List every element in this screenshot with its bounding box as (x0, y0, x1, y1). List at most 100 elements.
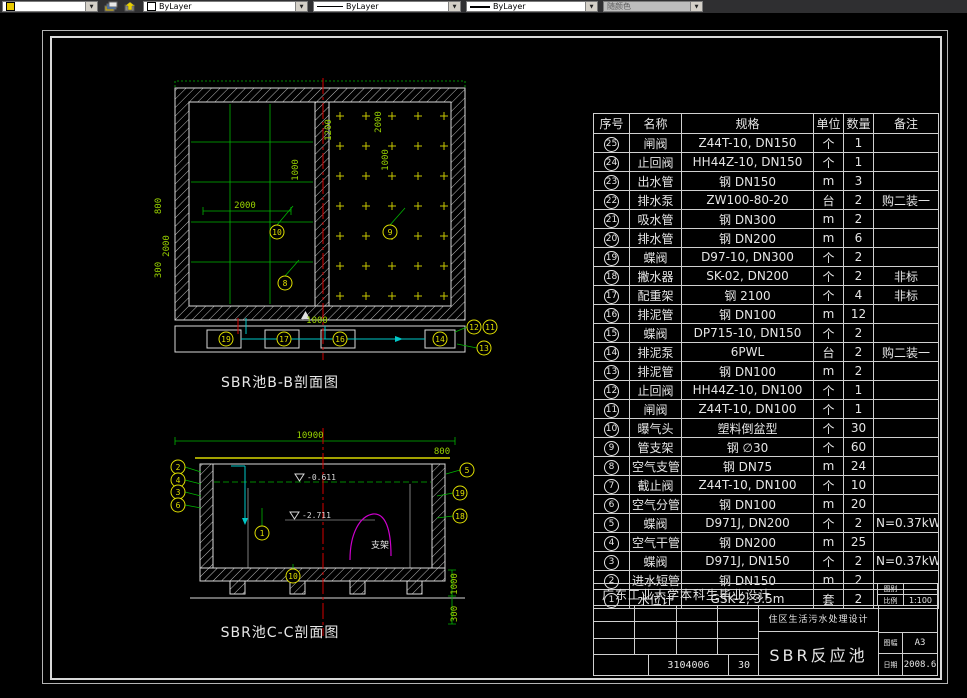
item-spec: Z44T-10, DN150 (681, 133, 814, 153)
item-number: 14 (593, 342, 630, 362)
table-row: 12 止回阀 HH44Z-10, DN100 个 1 (593, 380, 939, 400)
linetype-combo-arrow-icon[interactable]: ▼ (448, 2, 460, 11)
scale-label: 比例 (878, 595, 904, 606)
item-qty: 24 (843, 456, 874, 476)
linetype-combo-value: ByLayer (346, 2, 379, 11)
lineweight-sample-icon (470, 5, 490, 8)
item-note (873, 532, 939, 552)
item-unit: m (813, 494, 844, 514)
category-label: 图别 (878, 584, 904, 595)
elevation-label: -2.711 (302, 511, 331, 520)
lineweight-combo-arrow-icon[interactable]: ▼ (585, 2, 597, 11)
signature-cell (718, 606, 759, 621)
drawing-number-suffix: 30 (737, 659, 751, 671)
item-name: 排水管 (629, 228, 682, 248)
item-qty: 20 (843, 494, 874, 514)
item-spec: HH44Z-10, DN150 (681, 152, 814, 172)
item-note (873, 228, 939, 248)
linetype-combo[interactable]: ByLayer ▼ (313, 1, 461, 12)
svg-text:19: 19 (221, 335, 231, 344)
item-note (873, 494, 939, 514)
color-combo[interactable]: ByLayer ▼ (143, 1, 308, 12)
item-name: 管支架 (629, 437, 682, 457)
item-unit: m (813, 361, 844, 381)
drawing-name: SBR反应池 (769, 645, 868, 665)
item-note: 非标 (873, 285, 939, 305)
table-row: 24 止回阀 HH44Z-10, DN150 个 1 (593, 152, 939, 172)
item-number: 19 (593, 247, 630, 267)
layer-states-icon[interactable] (123, 0, 138, 13)
item-qty: 2 (843, 209, 874, 229)
item-qty: 3 (843, 171, 874, 191)
item-number: 15 (593, 323, 630, 343)
item-number: 20 (593, 228, 630, 248)
sheet-size: A3 (914, 638, 926, 648)
object-properties-toolbar: ▼ ByLayer ▼ ByLayer ▼ ByLayer ▼ 随颜色 ▼ (0, 0, 967, 13)
item-spec: 钢 DN75 (681, 456, 814, 476)
color-combo-arrow-icon[interactable]: ▼ (295, 2, 307, 11)
callout-bubble: 1 (254, 525, 270, 541)
item-name: 排水泵 (629, 190, 682, 210)
item-note: 非标 (873, 266, 939, 286)
col-header-spec: 规格 (681, 113, 814, 134)
item-spec: D971J, DN200 (681, 513, 814, 533)
lineweight-combo[interactable]: ByLayer ▼ (466, 1, 598, 12)
item-unit: m (813, 228, 844, 248)
callout-bubble: 12 (466, 319, 482, 335)
callout-bubble: 3 (170, 484, 186, 500)
drawing-canvas[interactable]: 2000 1000 800 2000 300 1000 1200 1000 20… (0, 13, 967, 698)
item-qty: 60 (843, 437, 874, 457)
item-name: 蝶阀 (629, 247, 682, 267)
item-spec: 钢 DN150 (681, 171, 814, 191)
date-value: 2008.6 (903, 659, 937, 670)
svg-text:6: 6 (176, 501, 181, 510)
item-note (873, 456, 939, 476)
svg-text:8: 8 (283, 279, 288, 288)
table-row: 6 空气分管 钢 DN100 m 20 (593, 494, 939, 514)
support-label: 支架 (371, 539, 389, 551)
item-number: 10 (593, 418, 630, 438)
svg-text:13: 13 (479, 344, 489, 353)
item-number: 24 (593, 152, 630, 172)
dim-label: 300 (154, 262, 164, 278)
item-unit: 个 (813, 285, 844, 305)
item-qty: 2 (843, 266, 874, 286)
layer-properties-icon[interactable] (103, 0, 118, 13)
col-header-note: 备注 (873, 113, 939, 134)
category-value (904, 584, 937, 595)
item-note (873, 418, 939, 438)
item-qty: 2 (843, 551, 874, 571)
sheet-label: 图幅 (879, 633, 903, 653)
item-unit: 个 (813, 551, 844, 571)
item-spec: 钢 DN200 (681, 228, 814, 248)
item-spec: 6PWL (681, 342, 814, 362)
signature-cell (677, 606, 718, 622)
svg-text:12: 12 (469, 323, 479, 332)
svg-text:10: 10 (288, 572, 298, 581)
item-spec: 钢 ∅30 (681, 437, 814, 457)
item-note (873, 133, 939, 153)
plotstyle-combo: 随颜色 ▼ (603, 1, 703, 12)
item-note (873, 247, 939, 267)
item-name: 排泥管 (629, 361, 682, 381)
parts-table: 序号 名称 规格 单位 数量 备注 25 闸阀 Z44T-10, DN150 个… (593, 113, 939, 609)
signature-cell (635, 606, 677, 622)
item-number: 18 (593, 266, 630, 286)
callout-bubble: 19 (218, 331, 234, 347)
layer-combo-arrow-icon[interactable]: ▼ (85, 2, 97, 11)
item-unit: 个 (813, 475, 844, 495)
item-qty: 2 (843, 513, 874, 533)
dim-label: 10900 (296, 431, 323, 441)
item-unit: 个 (813, 323, 844, 343)
callout-bubble: 9 (382, 224, 398, 240)
item-name: 曝气头 (629, 418, 682, 438)
table-row: 18 撇水器 SK-02, DN200 个 2 非标 (593, 266, 939, 286)
item-number: 3 (593, 551, 630, 571)
layer-combo[interactable]: ▼ (2, 1, 98, 12)
item-name: 蝶阀 (629, 513, 682, 533)
svg-text:5: 5 (465, 466, 470, 475)
signature-cell (635, 638, 677, 654)
table-row: 8 空气支管 钢 DN75 m 24 (593, 456, 939, 476)
item-qty: 12 (843, 304, 874, 324)
item-qty: 1 (843, 380, 874, 400)
